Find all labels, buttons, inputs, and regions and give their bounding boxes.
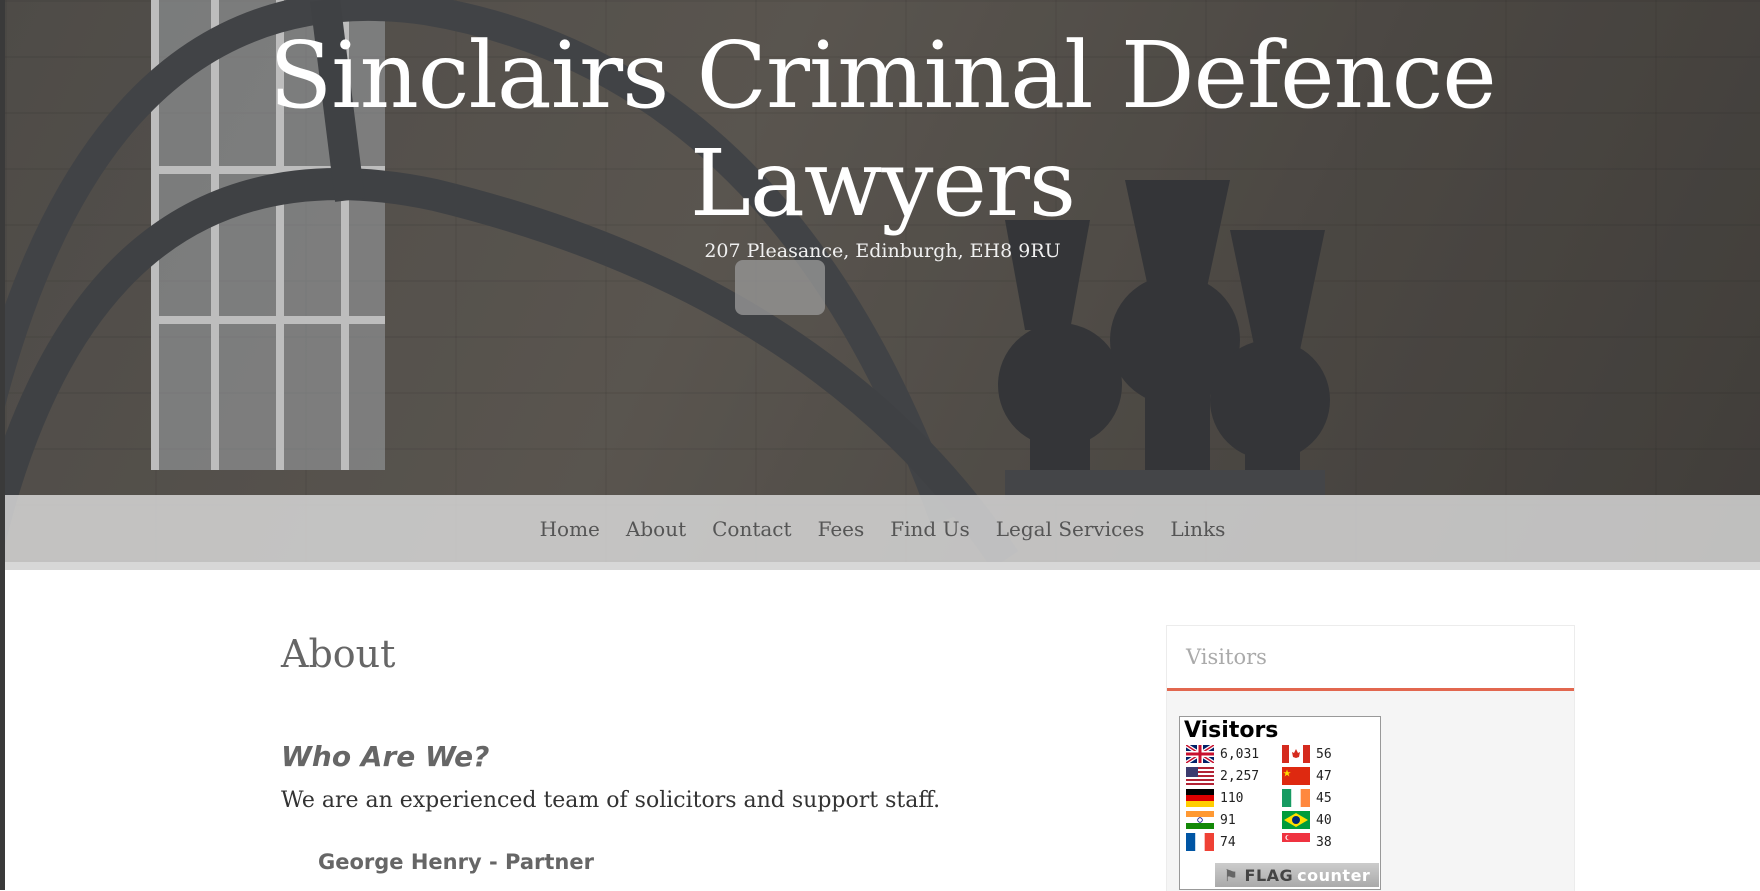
section-heading: Who Are We? [281,740,490,773]
cn-flag-icon [1282,767,1310,785]
flag-count: 45 [1316,790,1332,806]
flag-counter-row: 2,257 [1186,766,1259,786]
site-title-line2: Lawyers [689,130,1076,237]
flag-counter[interactable]: Visitors 6,031 2,257 110 91 74 56 47 45 … [1179,716,1381,890]
nav-item-links[interactable]: Links [1159,517,1236,541]
page-title: About [281,632,396,676]
flag-count: 56 [1316,746,1332,762]
flag-count: 6,031 [1220,746,1260,762]
site-address: 207 Pleasance, Edinburgh, EH8 9RU [704,240,1061,262]
ca-flag-icon [1282,745,1310,763]
flag-counter-row: 56 [1282,744,1332,764]
flag-count: 40 [1316,812,1332,828]
gb-flag-icon [1186,745,1214,763]
site-title[interactable]: Sinclairs Criminal Defence Lawyers [5,22,1760,238]
flag-counter-row: 6,031 [1186,744,1259,764]
us-flag-icon [1186,767,1214,785]
widget-header: Visitors [1167,626,1574,691]
nav-item-find-us[interactable]: Find Us [879,517,980,541]
flag-counter-row: 74 [1186,832,1236,852]
staff-member: George Henry - Partner [318,850,594,874]
flag-count: 110 [1220,790,1244,806]
hero-banner: Sinclairs Criminal Defence Lawyers 207 P… [5,0,1760,562]
flag-counter-row: 91 [1186,810,1236,830]
flag-counter-brand-counter: counter [1297,865,1371,885]
sg-flag-icon [1282,833,1310,851]
br-flag-icon [1282,811,1310,829]
flag-count: 38 [1316,834,1332,850]
site-title-line1: Sinclairs Criminal Defence [269,22,1497,129]
in-flag-icon [1186,811,1214,829]
flag-counter-row: 47 [1282,766,1332,786]
flag-count: 91 [1220,812,1236,828]
nav-item-about[interactable]: About [615,517,697,541]
flag-counter-title: Visitors [1184,718,1279,743]
flag-count: 74 [1220,834,1236,850]
flag-counter-brand-flag: FLAG [1244,865,1294,885]
flag-counter-row: 45 [1282,788,1332,808]
main-nav: Home About Contact Fees Find Us Legal Se… [5,495,1760,562]
fr-flag-icon [1186,833,1214,851]
flag-count: 47 [1316,768,1332,784]
ie-flag-icon [1282,789,1310,807]
intro-paragraph: We are an experienced team of solicitors… [281,788,941,813]
flag-counter-row: 110 [1186,788,1243,808]
flag-counter-logo-icon: ⚑ [1223,865,1239,885]
de-flag-icon [1186,789,1214,807]
nav-item-home[interactable]: Home [529,517,611,541]
flag-counter-row: 38 [1282,832,1332,852]
visitors-widget: Visitors Visitors 6,031 2,257 110 91 74 … [1166,625,1575,891]
flag-counter-brand[interactable]: ⚑ FLAG counter [1215,863,1379,887]
nav-item-fees[interactable]: Fees [807,517,876,541]
nav-divider [5,562,1760,570]
flag-counter-row: 40 [1282,810,1332,830]
nav-item-contact[interactable]: Contact [701,517,802,541]
nav-item-legal-services[interactable]: Legal Services [985,517,1156,541]
flag-count: 2,257 [1220,768,1260,784]
widget-title: Visitors [1186,645,1267,669]
